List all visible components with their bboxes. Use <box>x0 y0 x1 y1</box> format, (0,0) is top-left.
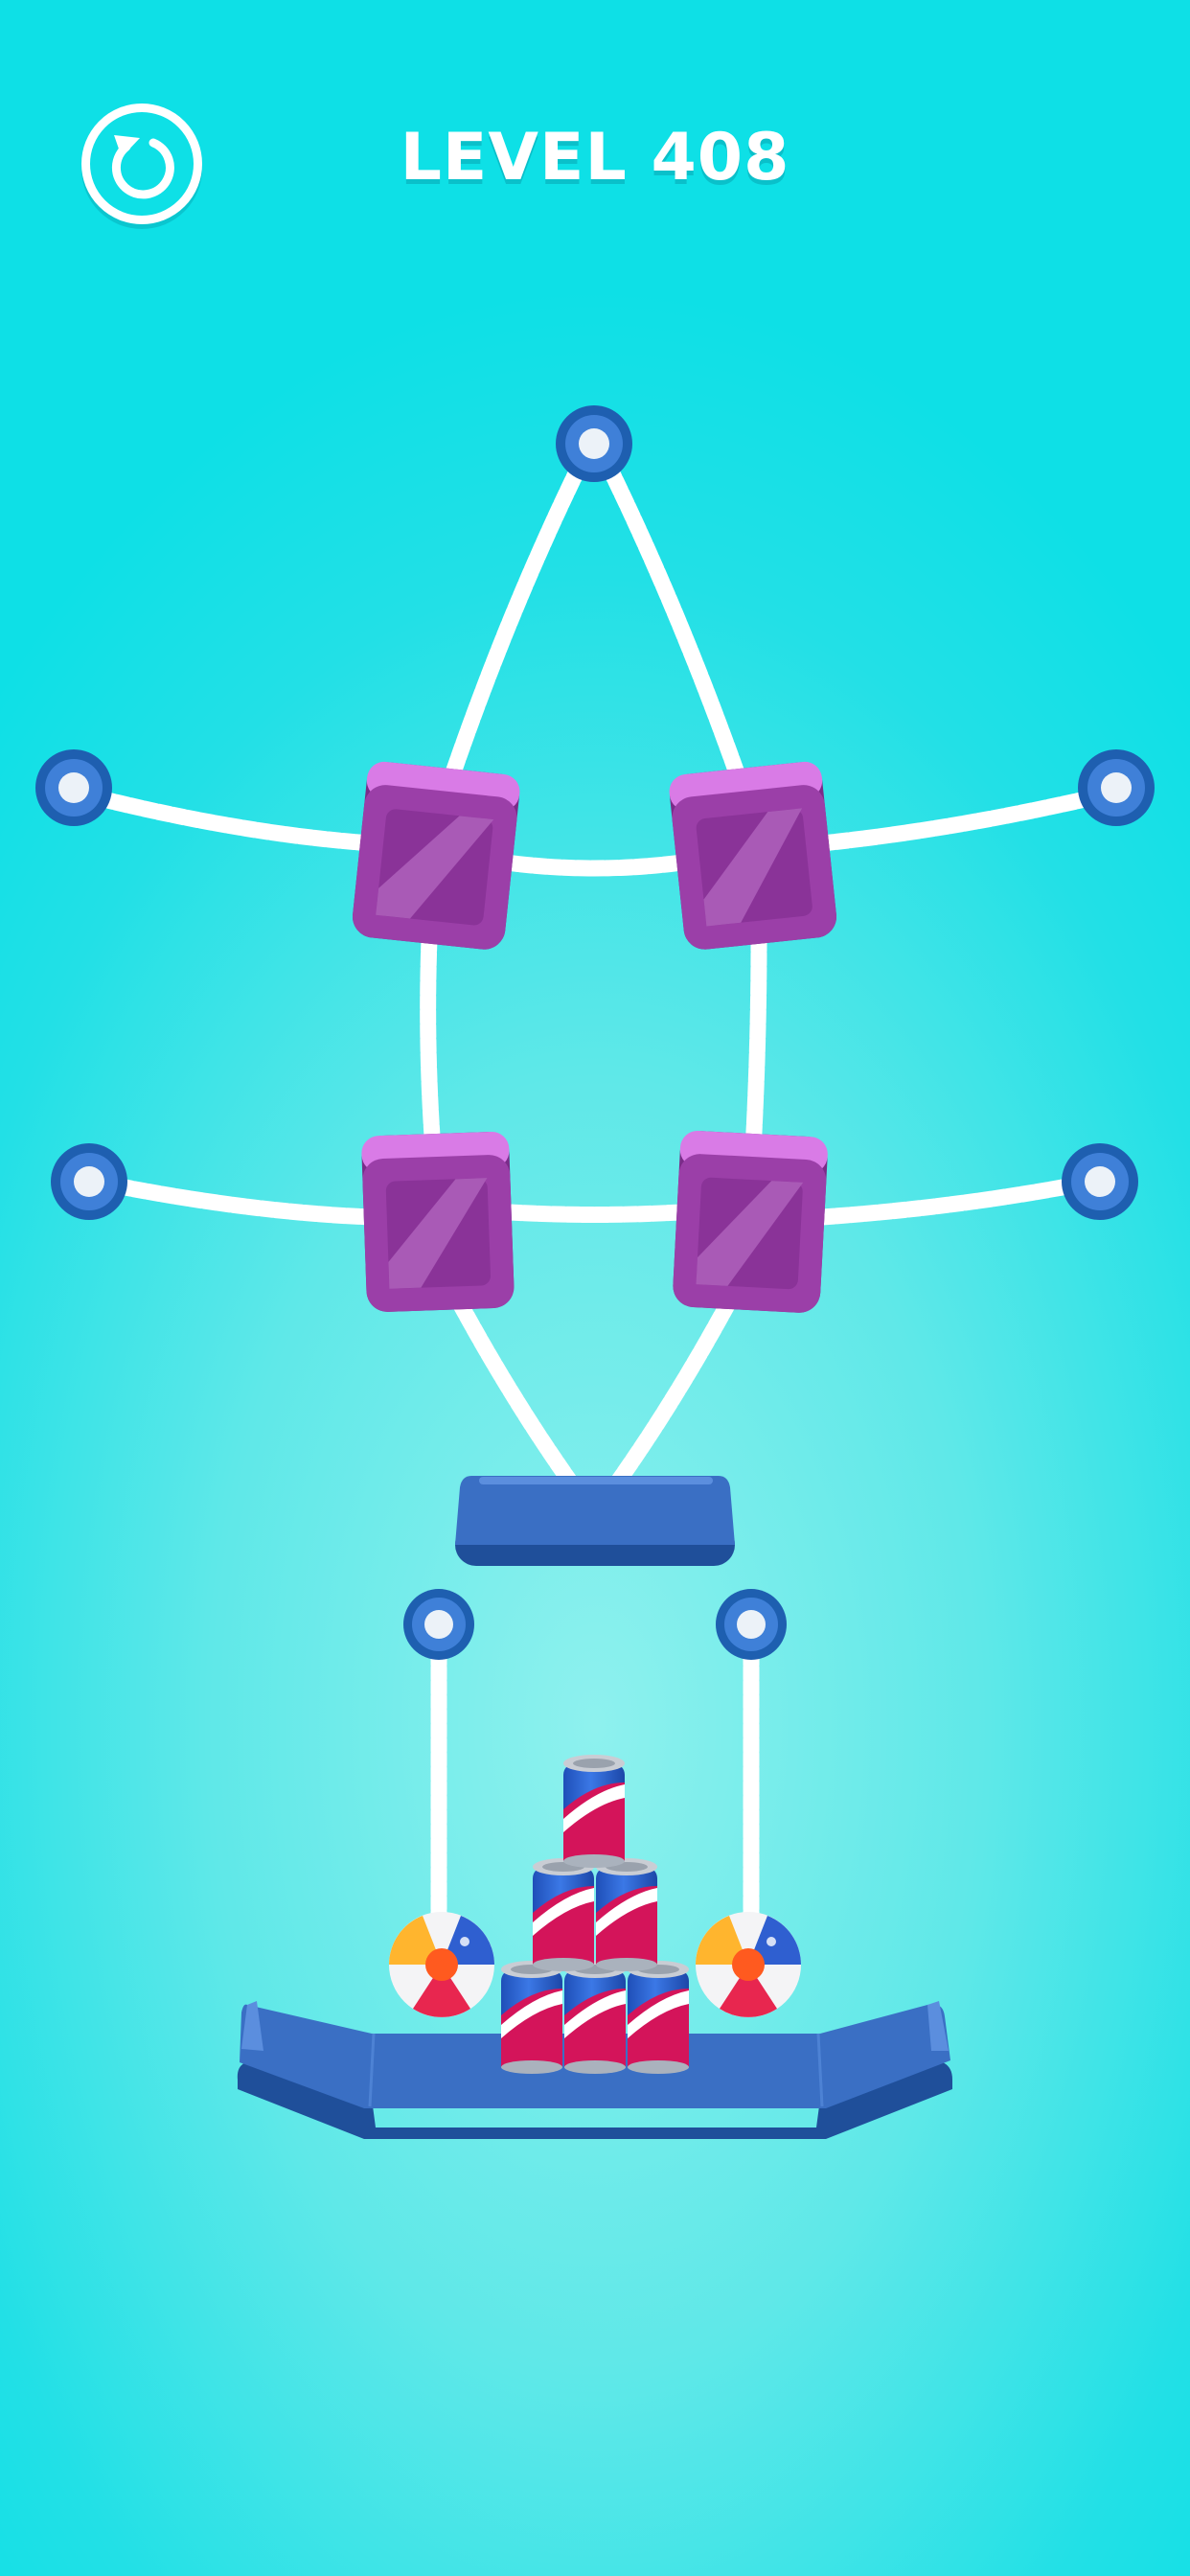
purple-block <box>673 1131 828 1313</box>
ropes <box>80 459 1110 1935</box>
small-platform <box>455 1476 735 1566</box>
rope-left-lower[interactable] <box>97 1175 380 1226</box>
soda-can <box>564 1961 626 2074</box>
soda-can <box>596 1858 657 1971</box>
rope-right-lower[interactable] <box>813 1175 1091 1226</box>
rope-lower-left-v[interactable] <box>451 1295 588 1504</box>
beach-ball <box>389 1912 494 2017</box>
beach-ball <box>696 1912 801 2017</box>
rope-left-vertical[interactable] <box>420 931 442 1159</box>
rope-middle-upper[interactable] <box>497 854 691 877</box>
purple-block <box>669 761 836 950</box>
game-scene <box>35 405 1155 2139</box>
purple-block <box>353 761 520 950</box>
rope-right-upper[interactable] <box>813 787 1110 852</box>
can-pyramid <box>501 1755 689 2074</box>
soda-can <box>501 1961 562 2074</box>
soda-can <box>628 1961 689 2074</box>
anchors <box>35 405 1155 1660</box>
anchor-pin <box>51 1143 127 1220</box>
rope-lower-right-v[interactable] <box>600 1295 737 1504</box>
anchor-pin <box>1078 749 1155 826</box>
anchor-pin <box>556 405 632 482</box>
rope-middle-lower[interactable] <box>501 1204 689 1223</box>
soda-can <box>563 1755 625 1868</box>
rope-top-left[interactable] <box>442 459 587 790</box>
purple-block <box>361 1131 515 1312</box>
anchor-pin <box>403 1589 474 1660</box>
anchor-pin <box>1062 1143 1138 1220</box>
rope-left-upper[interactable] <box>80 787 380 852</box>
rope-top-right[interactable] <box>601 459 748 790</box>
soda-can <box>533 1858 594 1971</box>
anchor-pin <box>35 749 112 826</box>
rope-right-vertical[interactable] <box>744 931 767 1159</box>
anchor-pin <box>716 1589 787 1660</box>
